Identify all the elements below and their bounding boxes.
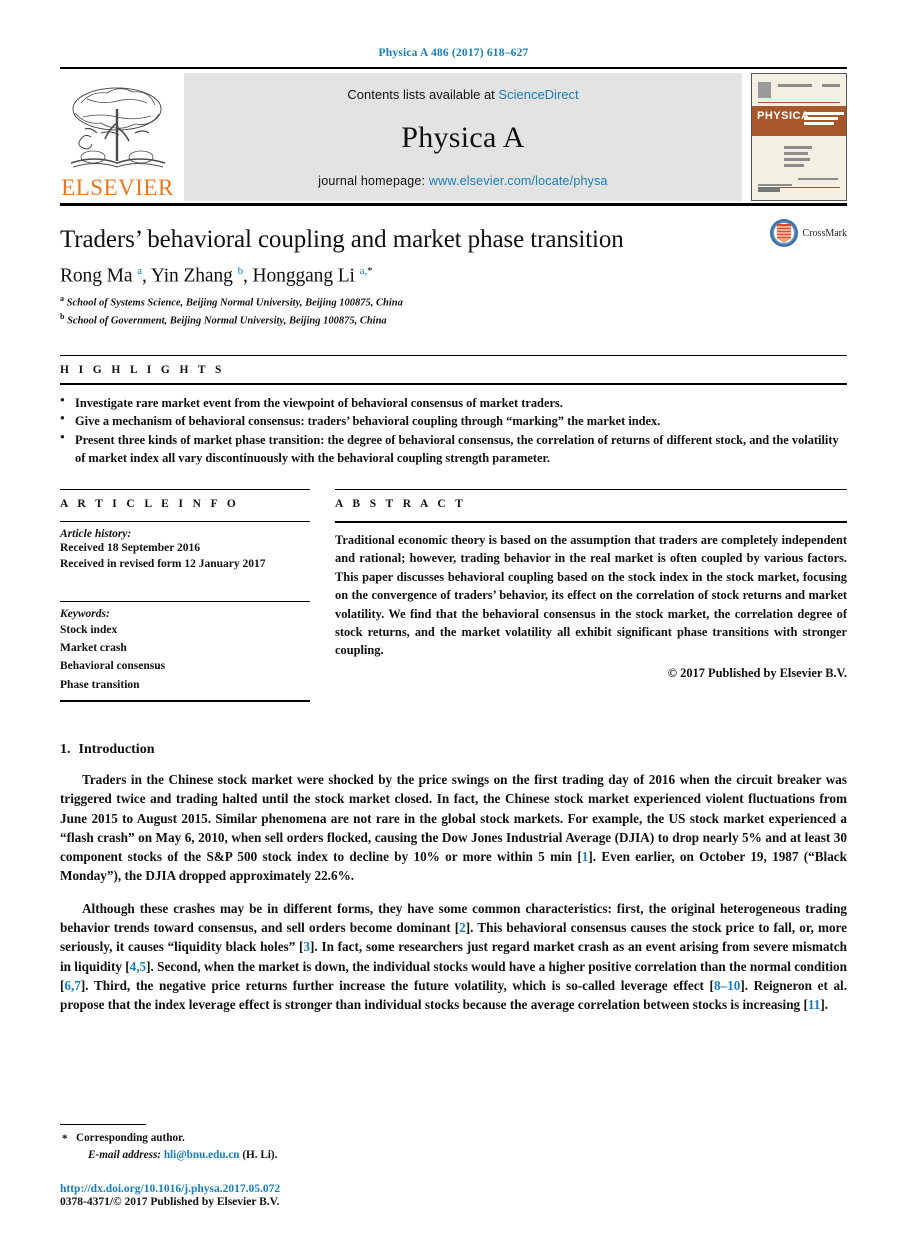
crossmark-badge[interactable]: CrossMark (769, 218, 847, 248)
crossmark-icon (769, 219, 798, 247)
email-note: E-mail address: hli@bnu.edu.cn (H. Li). (60, 1147, 847, 1164)
sciencedirect-link[interactable]: ScienceDirect (498, 87, 578, 102)
introduction-section: 1. Introduction Traders in the Chinese st… (60, 742, 847, 1014)
affiliation-item: b School of Government, Beijing Normal U… (60, 311, 847, 329)
section-number: 1. (60, 742, 71, 758)
highlights-list: Investigate rare market event from the v… (60, 394, 847, 467)
journal-homepage-line: journal homepage: www.elsevier.com/locat… (318, 174, 607, 188)
list-item: Give a mechanism of behavioral consensus… (60, 412, 847, 431)
masthead-center-panel: Contents lists available at ScienceDirec… (184, 73, 742, 201)
article-history-title: Article history: (60, 528, 132, 541)
cover-body-line (784, 158, 810, 161)
citation-link[interactable]: 6,7 (64, 978, 80, 993)
cover-brand-text: PHYSICA (757, 110, 810, 122)
citation-link[interactable]: 11 (808, 997, 820, 1012)
elsevier-tree-icon (70, 87, 165, 168)
keywords-title: Keywords: (60, 607, 110, 620)
doi-link[interactable]: http://dx.doi.org/10.1016/j.physa.2017.0… (60, 1183, 280, 1195)
crossmark-label: CrossMark (802, 227, 847, 239)
affiliation-marker: b (60, 311, 65, 321)
email-link[interactable]: hli@bnu.edu.cn (164, 1149, 240, 1161)
abstract-label: A B S T R A C T (335, 498, 467, 511)
elsevier-logo: ELSEVIER (60, 73, 175, 201)
article-info-label: A R T I C L E I N F O (60, 498, 240, 511)
affiliation-text: School of Systems Science, Beijing Norma… (66, 297, 403, 309)
paragraph: Traders in the Chinese stock market were… (60, 772, 847, 884)
abstract-column: A B S T R A C T Traditional economic the… (335, 489, 847, 702)
section-title: Introduction (78, 742, 155, 758)
journal-homepage-link[interactable]: www.elsevier.com/locate/physa (429, 174, 608, 188)
author-affil-marker: b (237, 264, 244, 277)
affiliation-item: a School of Systems Science, Beijing Nor… (60, 293, 847, 311)
cover-headline-line-right (822, 84, 840, 87)
article-history-line: Received 18 September 2016 (60, 542, 200, 555)
affiliation-marker: a (60, 294, 64, 304)
citation-link[interactable]: 2 (459, 920, 466, 935)
cover-headline-line (778, 84, 812, 87)
article-info-column: A R T I C L E I N F O Article history: R… (60, 489, 310, 703)
cover-subtitle-lines (804, 112, 844, 127)
author-affil-marker: a (137, 264, 142, 277)
cover-footer-line-right (798, 177, 838, 180)
article-info-label-rule (60, 521, 310, 523)
page-title: Traders’ behavioral coupling and market … (60, 226, 624, 253)
abstract-text: Traditional economic theory is based on … (335, 533, 847, 658)
section-heading: 1. Introduction (60, 742, 847, 758)
email-suffix: (H. Li). (242, 1149, 278, 1162)
list-item: Investigate rare market event from the v… (60, 394, 847, 413)
citation-link[interactable]: 3 (303, 939, 310, 954)
homepage-prefix: journal homepage: (318, 174, 426, 188)
journal-cover-thumbnail: PHYSICA (751, 73, 847, 201)
elsevier-wordmark: ELSEVIER (61, 175, 174, 200)
corresponding-author-note: * Corresponding author. (60, 1130, 847, 1147)
cover-body-line (784, 146, 812, 149)
highlights-label-rule (60, 382, 847, 385)
highlights-label: H I G H L I G H T S (60, 363, 225, 376)
list-item: Present three kinds of market phase tran… (60, 431, 847, 467)
affiliation-text: School of Government, Beijing Normal Uni… (67, 315, 387, 327)
cover-corner-mark (758, 82, 771, 98)
contents-prefix: Contents lists available at (347, 87, 495, 102)
journal-title: Physica A (401, 121, 525, 154)
abstract-copyright: © 2017 Published by Elsevier B.V. (667, 665, 847, 680)
affiliation-list: a School of Systems Science, Beijing Nor… (60, 293, 847, 328)
email-label: E-mail address: (88, 1149, 162, 1162)
footnote-block: * Corresponding author. E-mail address: … (60, 1124, 847, 1164)
footnote-rule (60, 1124, 146, 1126)
keyword-item: Stock index (60, 623, 118, 636)
abstract-label-rule (335, 521, 847, 524)
masthead-top-rule (60, 67, 847, 69)
article-history-line: Received in revised form 12 January 2017 (60, 558, 266, 571)
author-affil-marker: a,* (359, 264, 373, 277)
info-abstract-row: A R T I C L E I N F O Article history: R… (60, 489, 847, 703)
journal-masthead: ELSEVIER Contents lists available at Sci… (60, 73, 847, 201)
doi-block: http://dx.doi.org/10.1016/j.physa.2017.0… (60, 1183, 280, 1208)
keyword-item: Market crash (60, 642, 127, 655)
running-head: Physica A 486 (2017) 618–627 (378, 47, 529, 59)
author-list: Rong Ma a, Yin Zhang b, Honggang Li a,* (60, 264, 373, 287)
paper-page: Physica A 486 (2017) 618–627 ELSEVIER Co… (0, 0, 907, 1238)
paragraph: Although these crashes may be in differe… (60, 900, 848, 1013)
abstract-top-rule (335, 489, 847, 491)
highlights-section: H I G H L I G H T S Investigate rare mar… (60, 354, 847, 467)
citation-link[interactable]: 8–10 (714, 978, 740, 993)
keyword-item: Behavioral consensus (60, 660, 166, 673)
cover-body-line (784, 152, 808, 155)
citation-link[interactable]: 1 (582, 849, 589, 864)
keywords-top-rule (60, 600, 310, 602)
title-block: CrossMark Traders’ behavioral coupling a… (60, 206, 847, 329)
corresponding-text: Corresponding author. (76, 1132, 185, 1145)
contents-available-line: Contents lists available at ScienceDirec… (347, 87, 578, 102)
cover-footer-line (758, 183, 792, 186)
cover-footer-logo (758, 187, 780, 192)
keyword-item: Phase transition (60, 678, 140, 691)
issn-copyright-line: 0378-4371/© 2017 Published by Elsevier B… (60, 1196, 280, 1208)
citation-link[interactable]: 4,5 (130, 959, 146, 974)
keywords-bottom-rule (60, 700, 310, 703)
corresponding-marker: * (62, 1133, 68, 1146)
highlights-top-rule (60, 354, 847, 356)
cover-body-line (784, 164, 804, 167)
article-info-top-rule (60, 489, 310, 491)
cover-rule-top (758, 102, 840, 103)
